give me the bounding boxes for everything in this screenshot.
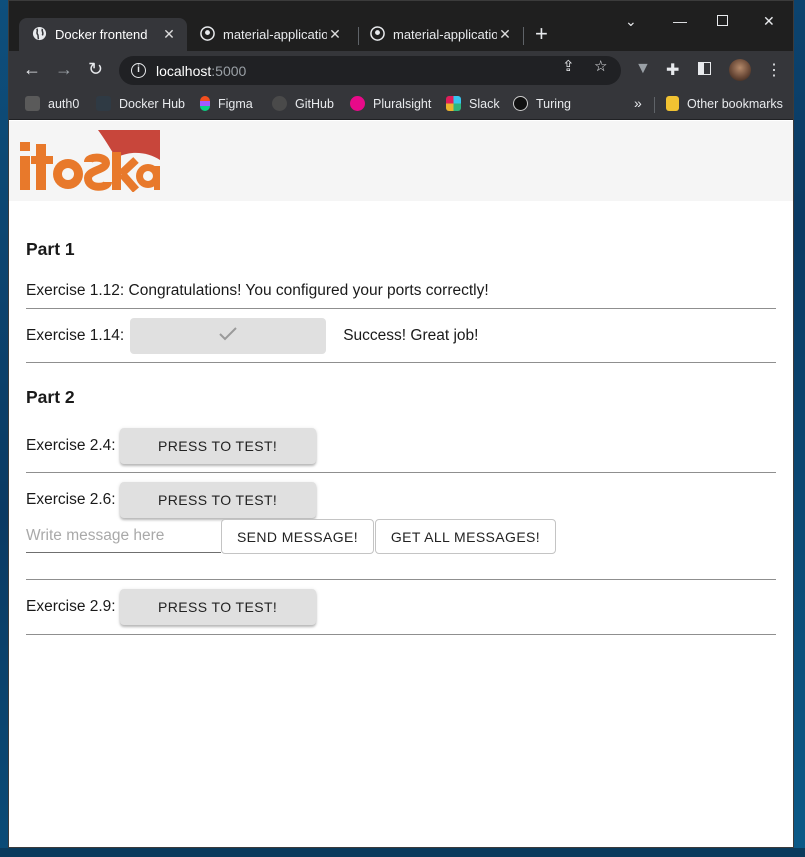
other-bookmarks[interactable]: Other bookmarks xyxy=(666,96,783,111)
itoska-logo xyxy=(18,130,160,197)
bookmark-label: Turing xyxy=(536,96,571,111)
tab-search-icon[interactable]: ⌄ xyxy=(625,13,637,30)
turing-icon xyxy=(513,96,528,111)
tab-separator xyxy=(523,27,524,45)
get-all-messages-button[interactable]: GET ALL MESSAGES! xyxy=(375,519,556,554)
side-panel-icon[interactable] xyxy=(698,60,711,75)
exercise-1-14-row: Exercise 1.14: Success! Great job! xyxy=(26,318,776,354)
browser-window: Docker frontend ✕ material-application ✕… xyxy=(8,0,794,848)
reload-icon[interactable]: ↻ xyxy=(88,59,103,79)
send-message-button[interactable]: SEND MESSAGE! xyxy=(221,519,374,554)
exercise-2-9-row: Exercise 2.9: PRESS TO TEST! xyxy=(26,589,776,625)
more-bookmarks-icon[interactable]: » xyxy=(634,95,642,111)
exercise-1-14-button[interactable] xyxy=(130,318,327,354)
tab-material-application-1[interactable]: material-application ✕ xyxy=(187,18,353,51)
bookmark-docker-hub[interactable]: Docker Hub xyxy=(96,96,185,111)
exercise-1-12-text: Exercise 1.12: Congratulations! You conf… xyxy=(26,282,489,299)
figma-icon xyxy=(200,96,210,111)
divider xyxy=(26,634,776,635)
menu-icon[interactable]: ⋮ xyxy=(766,60,782,80)
close-window-icon[interactable]: ✕ xyxy=(763,13,775,30)
bookmark-auth0[interactable]: auth0 xyxy=(25,96,79,111)
globe-icon xyxy=(32,26,47,44)
exercise-2-6-row: Exercise 2.6: PRESS TO TEST! xyxy=(26,482,776,518)
part1-heading: Part 1 xyxy=(26,239,75,259)
folder-icon xyxy=(666,96,679,111)
desktop-taskbar xyxy=(0,848,805,857)
tab-docker-frontend[interactable]: Docker frontend ✕ xyxy=(19,18,187,51)
github-icon xyxy=(370,25,385,44)
other-bookmarks-label: Other bookmarks xyxy=(687,96,783,111)
forward-icon[interactable]: → xyxy=(55,59,73,79)
divider xyxy=(26,308,776,309)
bookmark-pluralsight[interactable]: Pluralsight xyxy=(350,96,431,111)
message-row: SEND MESSAGE! GET ALL MESSAGES! xyxy=(26,519,776,554)
page-content: Part 1 Exercise 1.12: Congratulations! Y… xyxy=(9,121,793,847)
address-bar[interactable]: i localhost:5000 xyxy=(119,56,621,85)
bookmark-label: Pluralsight xyxy=(373,96,432,111)
bookmarks-divider xyxy=(654,97,655,113)
github-icon xyxy=(200,25,215,44)
exercise-2-4-label: Exercise 2.4: xyxy=(26,437,116,454)
bookmark-turing[interactable]: Turing xyxy=(513,96,571,111)
docker-icon xyxy=(96,96,111,111)
divider xyxy=(26,472,776,473)
bookmark-label: GitHub xyxy=(295,96,334,111)
share-icon[interactable]: ⇪ xyxy=(562,57,575,75)
info-icon[interactable]: i xyxy=(131,63,146,78)
checkmark-icon xyxy=(218,326,238,347)
bookmark-label: Figma xyxy=(218,96,253,111)
part2-heading: Part 2 xyxy=(26,387,75,407)
bookmark-label: auth0 xyxy=(48,96,80,111)
url-host: localhost xyxy=(156,62,212,79)
exercise-2-4-test-button[interactable]: PRESS TO TEST! xyxy=(119,428,316,464)
back-icon[interactable]: ← xyxy=(23,59,41,79)
tab-material-application-2[interactable]: material-application ✕ xyxy=(357,18,523,51)
exercise-1-14-result: Success! Great job! xyxy=(343,327,479,344)
exercise-2-6-label: Exercise 2.6: xyxy=(26,491,116,508)
tab-title: material-application xyxy=(223,27,327,42)
exercise-2-9-label: Exercise 2.9: xyxy=(26,598,116,615)
bookmarks-bar: auth0 Docker Hub Figma GitHub Pluralsigh… xyxy=(9,89,793,120)
exercise-2-4-row: Exercise 2.4: PRESS TO TEST! xyxy=(26,428,776,464)
auth0-icon xyxy=(25,96,40,111)
tab-title: Docker frontend xyxy=(55,27,148,42)
exercise-2-9-test-button[interactable]: PRESS TO TEST! xyxy=(119,589,316,625)
exercise-2-6-test-button[interactable]: PRESS TO TEST! xyxy=(119,482,316,518)
vue-devtools-icon[interactable]: ▼ xyxy=(635,60,651,78)
divider xyxy=(26,579,776,580)
address-toolbar: ← → ↻ i localhost:5000 ⇪ ☆ ▼ ✚ ⋮ xyxy=(9,51,793,89)
message-input[interactable] xyxy=(26,520,221,553)
star-icon[interactable]: ☆ xyxy=(594,57,607,75)
github-icon xyxy=(272,96,287,111)
new-tab-icon[interactable]: + xyxy=(535,23,548,45)
exercise-1-14-label: Exercise 1.14: xyxy=(26,327,125,344)
close-icon[interactable]: ✕ xyxy=(161,26,177,43)
close-icon[interactable]: ✕ xyxy=(497,26,513,43)
tab-title: material-application xyxy=(393,27,497,42)
bookmark-figma[interactable]: Figma xyxy=(200,96,253,111)
maximize-icon[interactable] xyxy=(717,15,728,26)
divider xyxy=(26,362,776,363)
minimize-icon[interactable]: — xyxy=(673,13,687,29)
bookmark-slack[interactable]: Slack xyxy=(446,96,500,111)
close-icon[interactable]: ✕ xyxy=(327,26,343,43)
url-port: :5000 xyxy=(211,62,247,79)
page-header xyxy=(9,121,793,201)
extensions-icon[interactable]: ✚ xyxy=(666,60,679,80)
bookmark-github[interactable]: GitHub xyxy=(272,96,334,111)
profile-avatar[interactable] xyxy=(729,59,751,81)
tab-bar: Docker frontend ✕ material-application ✕… xyxy=(9,1,793,51)
slack-icon xyxy=(446,96,461,111)
bookmark-label: Docker Hub xyxy=(119,96,185,111)
pluralsight-icon xyxy=(350,96,365,111)
exercise-content: Part 1 Exercise 1.12: Congratulations! Y… xyxy=(26,201,776,635)
bookmark-label: Slack xyxy=(469,96,500,111)
